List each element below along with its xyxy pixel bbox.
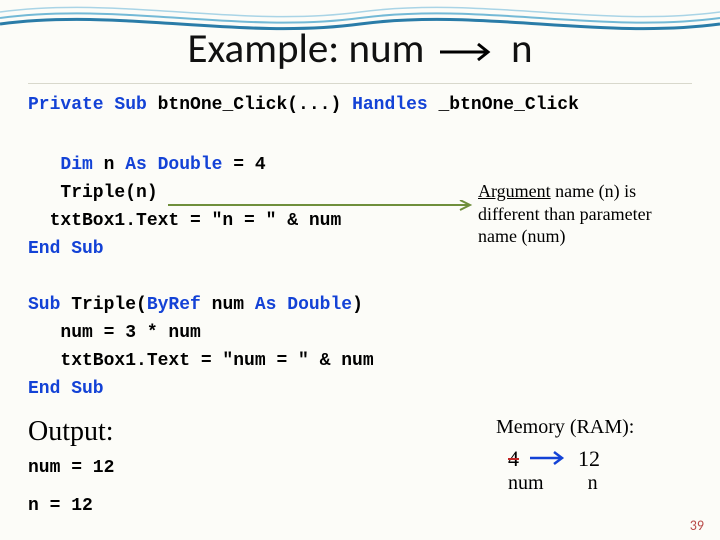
title-left: Example: num <box>188 24 425 74</box>
callout-note: Argument name (n) is different than para… <box>478 180 708 248</box>
page-number: 39 <box>690 517 704 534</box>
title-divider <box>28 83 692 84</box>
memory-heading: Memory (RAM): <box>496 416 634 439</box>
slide-title: Example: num n <box>0 24 720 74</box>
memory-label-n: n <box>588 472 598 494</box>
output-line-1: num = 12 <box>28 458 114 478</box>
code-signature-line: Private Sub btnOne_Click(...) Handles _b… <box>28 92 579 120</box>
title-right: n <box>511 24 533 74</box>
arrow-right-icon <box>440 42 496 62</box>
memory-values: 4 12 <box>508 446 600 472</box>
memory-new-value: 12 <box>578 446 600 471</box>
memory-label-num: num <box>508 472 544 494</box>
code-block-main: Dim n As Double = 4 Triple(n) txtBox1.Te… <box>28 152 341 264</box>
code-block-triple: Sub Triple(ByRef num As Double) num = 3 … <box>28 292 374 404</box>
output-line-2: n = 12 <box>28 496 93 516</box>
callout-underline: Argument <box>478 181 551 201</box>
memory-labels: num n <box>508 472 598 495</box>
output-heading: Output: <box>28 416 114 448</box>
memory-old-value: 4 <box>508 446 519 471</box>
